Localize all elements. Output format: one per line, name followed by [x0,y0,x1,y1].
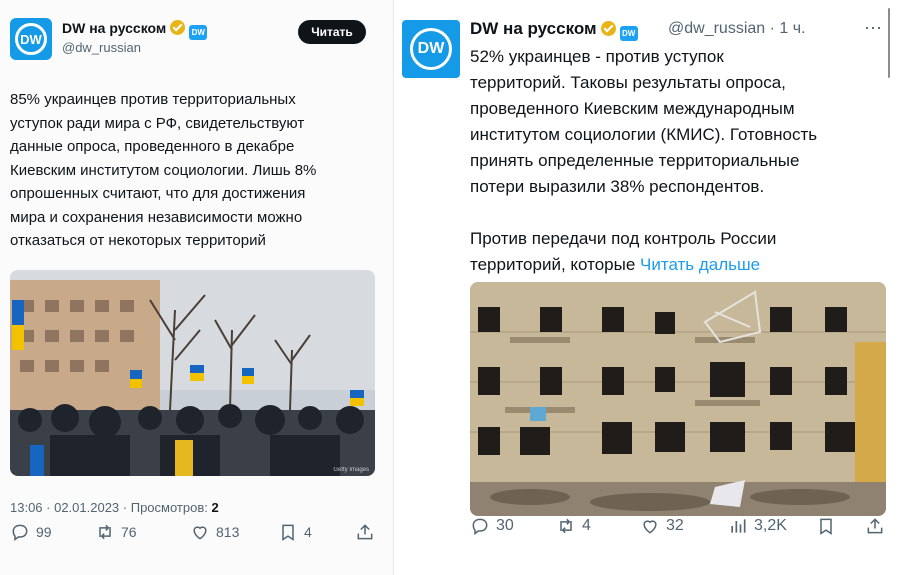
scrollbar[interactable] [885,8,893,78]
verified-icon [170,20,186,35]
like-icon [193,526,207,540]
avatar[interactable]: DW [10,18,52,60]
share-button[interactable] [355,522,375,542]
author-name[interactable]: DW на русском DW [62,20,208,40]
like-icon [643,520,657,534]
author-name[interactable]: DW на русском DW [470,19,638,41]
avatar-logo: DW [410,28,452,70]
reply-icon [472,518,488,535]
reply-icon [12,524,28,541]
time-ago[interactable]: · 1 ч. [770,20,806,37]
affiliate-badge: DW [189,25,208,40]
rally-photo [10,270,375,476]
author-name-text: DW на русском [62,20,167,36]
share-icon [357,524,373,540]
tweet-text-body: 52% украинцев - против уступок территори… [470,47,818,274]
views-label: Просмотров: [130,500,208,515]
photo-watermark: Getty Images [333,467,369,473]
left-tweet: DW DW на русском DW @dw_russian Читать 85… [0,0,393,575]
tweet-text: 52% украинцев - против уступок территори… [470,44,890,278]
affiliate-badge: DW [619,26,638,41]
reply-count: 30 [496,517,514,534]
bookmark-button[interactable] [816,516,836,536]
tweet-photo[interactable] [470,282,886,516]
reply-count: 99 [36,524,52,540]
author-handle[interactable]: @dw_russian [62,40,141,55]
timestamp[interactable]: 13:06 · 02.01.2023 [10,500,119,515]
more-options-icon[interactable]: ⋯ [864,18,882,39]
share-icon [867,518,883,534]
tweet-text: 85% украинцев против территориальных уст… [10,91,317,249]
retweet-icon [560,518,572,534]
retweet-icon [99,524,111,540]
like-count: 32 [666,517,684,534]
reply-button[interactable]: 30 [470,516,514,536]
author-handle-text: @dw_russian [668,20,766,37]
author-name-text: DW на русском [470,19,597,38]
retweet-button[interactable]: 76 [95,522,137,542]
views-count: 3,2K [754,517,787,534]
like-button[interactable]: 32 [640,516,684,536]
share-button[interactable] [865,516,885,536]
retweet-button[interactable]: 4 [556,516,591,536]
bookmark-icon [282,524,294,541]
retweet-count: 4 [582,517,591,534]
tweet-meta: 13:06 · 02.01.2023 · Просмотров: 2 [10,500,219,515]
scrollbar-thumb[interactable] [888,8,890,78]
building-photo [470,282,886,516]
read-more-link[interactable]: Читать дальше [640,255,760,274]
tweet-photo[interactable]: Getty Images [10,270,375,476]
like-count: 813 [216,524,240,540]
views-count: 2 [211,500,219,515]
views-button[interactable]: 3,2K [728,516,787,536]
avatar-logo: DW [15,23,47,55]
follow-button[interactable]: Читать [298,20,366,44]
verified-icon [600,21,616,36]
avatar[interactable]: DW [402,20,460,78]
author-handle[interactable]: @dw_russian · 1 ч. [668,20,806,38]
share-count: 4 [304,524,312,540]
bookmark-button[interactable]: 4 [278,522,312,542]
right-tweet: DW DW на русском DW @dw_russian · 1 ч. ⋯ … [393,0,900,575]
retweet-count: 76 [121,524,137,540]
bookmark-icon [820,518,832,535]
reply-button[interactable]: 99 [10,522,52,542]
like-button[interactable]: 813 [190,522,239,542]
views-icon [731,519,746,533]
